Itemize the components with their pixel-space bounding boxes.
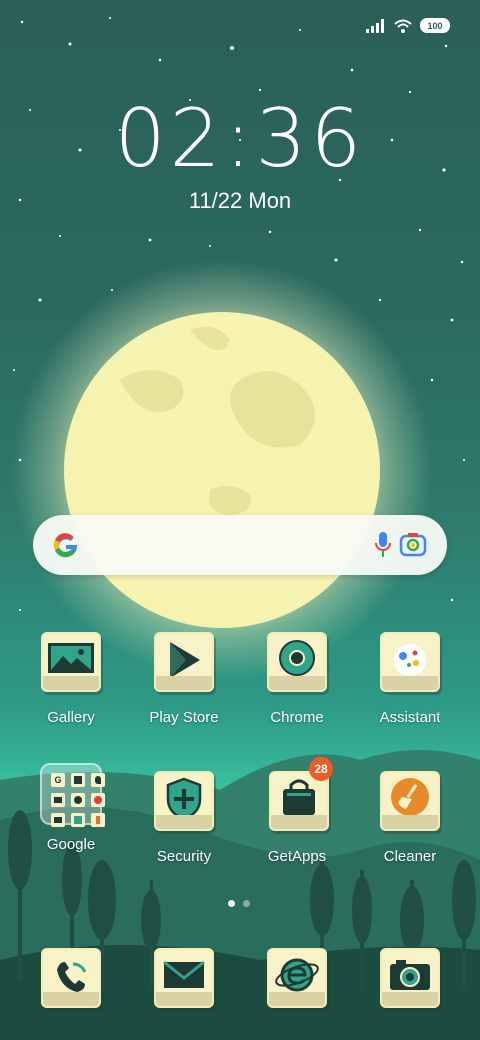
app-chrome[interactable]: Chrome — [242, 632, 352, 726]
page-dot — [243, 900, 250, 907]
app-cleaner[interactable]: Cleaner — [355, 771, 465, 865]
app-label: Google — [46, 836, 96, 853]
battery-indicator: 100 — [420, 18, 450, 33]
app-label: Cleaner — [383, 848, 437, 865]
dock-messages[interactable] — [129, 948, 239, 1008]
mini-app-icon — [91, 793, 105, 807]
mini-app-icon — [51, 813, 65, 827]
clock-separator: : — [224, 92, 256, 185]
search-input[interactable] — [97, 531, 361, 561]
mini-google-icon: G — [51, 773, 65, 787]
dock-browser[interactable] — [242, 948, 352, 1008]
google-folder-icon: G — [40, 763, 105, 827]
app-label: GetApps — [267, 848, 327, 865]
wifi-icon — [394, 19, 412, 33]
app-getapps[interactable]: 28 GetApps — [242, 757, 352, 865]
dock-camera[interactable] — [355, 948, 465, 1008]
page-dot-active — [228, 900, 235, 907]
clock-hours: 02 — [114, 92, 225, 185]
app-label: Security — [156, 848, 212, 865]
security-shield-icon — [154, 771, 214, 831]
mini-app-icon — [91, 813, 105, 827]
phone-icon — [41, 948, 101, 1008]
moon — [64, 312, 380, 628]
clock-date[interactable]: 11/22 Mon — [0, 188, 480, 214]
mini-maps-icon — [91, 773, 105, 787]
app-play-store[interactable]: Play Store — [129, 632, 239, 726]
app-label: Assistant — [379, 709, 441, 726]
camera-icon — [380, 948, 440, 1008]
google-g-icon — [53, 533, 78, 558]
play-store-icon — [154, 632, 214, 692]
status-bar: 100 — [366, 18, 450, 33]
page-indicator — [228, 900, 250, 907]
microphone-icon[interactable] — [375, 531, 391, 559]
assistant-icon — [380, 632, 440, 692]
notification-badge: 28 — [309, 757, 333, 781]
app-assistant[interactable]: Assistant — [355, 632, 465, 726]
clock-time[interactable]: 02:36 — [0, 92, 480, 185]
signal-icon — [366, 18, 384, 33]
mini-app-icon — [51, 793, 65, 807]
date-text: 11/22 — [188, 188, 243, 213]
lens-camera-icon[interactable] — [399, 531, 427, 559]
mini-app-icon — [71, 773, 85, 787]
clock-minutes: 36 — [255, 92, 366, 185]
gallery-icon — [41, 632, 101, 692]
app-label: Chrome — [270, 709, 324, 726]
mini-app-icon — [71, 793, 85, 807]
weekday-text: Mon — [248, 188, 292, 213]
app-gallery[interactable]: Gallery — [16, 632, 126, 726]
app-security[interactable]: Security — [129, 771, 239, 865]
google-search-bar[interactable] — [33, 515, 447, 575]
app-label: Gallery — [47, 709, 95, 726]
cleaner-broom-icon — [380, 771, 440, 831]
mini-app-icon — [71, 813, 85, 827]
dock-phone[interactable] — [16, 948, 126, 1008]
envelope-icon — [154, 948, 214, 1008]
app-label: Play Store — [149, 709, 219, 726]
folder-google[interactable]: G Google — [16, 763, 126, 853]
home-screen: 100 02:36 11/22 Mon Gallery Play Store C… — [0, 0, 480, 1040]
browser-e-icon — [267, 948, 327, 1008]
chrome-icon — [267, 632, 327, 692]
